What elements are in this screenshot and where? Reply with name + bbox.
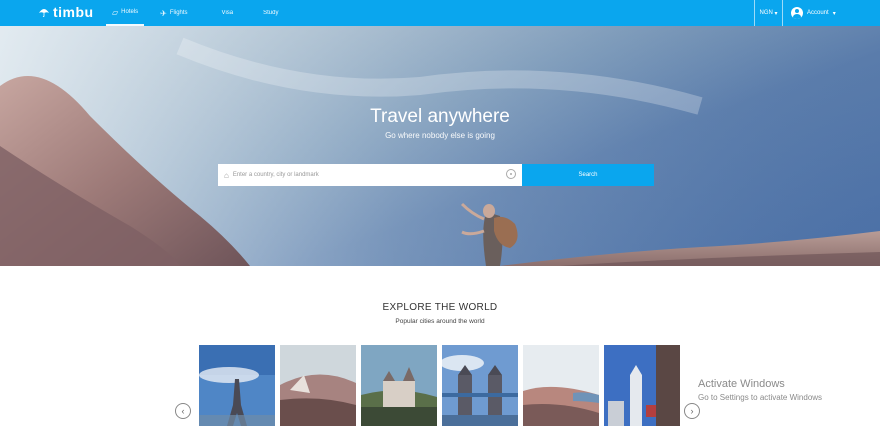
destination-search-input[interactable]: ⌂ Enter a country, city or landmark xyxy=(218,164,522,186)
nav-flights[interactable]: ✈ Flights xyxy=(154,0,193,26)
nav-visa[interactable]: Visa xyxy=(216,0,240,26)
hero-subtitle: Go where nobody else is going xyxy=(385,131,495,140)
plane-icon: ✈ xyxy=(160,8,167,18)
user-avatar-icon xyxy=(791,7,803,19)
castle-image xyxy=(361,345,437,426)
nav-hotels-label: Hotels xyxy=(121,9,139,15)
currency-selector[interactable]: NGN ▾ xyxy=(754,0,782,26)
account-menu[interactable]: Account ▾ xyxy=(782,0,880,26)
locate-icon[interactable] xyxy=(506,169,516,179)
paris-eiffel-image xyxy=(199,345,275,426)
home-icon: ⌂ xyxy=(224,170,229,180)
hotel-icon: ▱ xyxy=(112,7,119,17)
city-card[interactable] xyxy=(604,345,680,426)
watermark-title: Activate Windows xyxy=(698,378,785,390)
hero-banner: Travel anywhere Go where nobody else is … xyxy=(0,26,880,266)
nav-hotels[interactable]: ▱ Hotels xyxy=(106,0,145,26)
carousel-next-button[interactable]: › xyxy=(684,403,700,419)
skyscraper-image xyxy=(604,345,680,426)
main-nav: ▱ Hotels ✈ Flights Visa Study xyxy=(106,0,284,26)
mountain-town-image xyxy=(280,345,356,426)
currency-label: NGN xyxy=(759,10,773,16)
london-tower-bridge-image xyxy=(442,345,518,426)
search-bar: ⌂ Enter a country, city or landmark Sear… xyxy=(218,164,654,186)
watermark-subtitle: Go to Settings to activate Windows xyxy=(698,393,823,402)
coastal-cliffs-image xyxy=(523,345,599,426)
city-card[interactable] xyxy=(523,345,599,426)
windows-activation-watermark: Activate Windows Go to Settings to activ… xyxy=(698,378,822,402)
explore-title: EXPLORE THE WORLD xyxy=(382,302,498,313)
nav-study[interactable]: Study xyxy=(257,0,284,26)
account-label: Account xyxy=(807,10,829,16)
explore-subtitle: Popular cities around the world xyxy=(395,318,485,325)
top-nav-bar: timbu ▱ Hotels ✈ Flights Visa Study NGN … xyxy=(0,0,880,26)
city-card[interactable] xyxy=(442,345,518,426)
chevron-down-icon: ▾ xyxy=(772,10,778,17)
city-card[interactable] xyxy=(361,345,437,426)
city-card[interactable] xyxy=(199,345,275,426)
umbrella-logo-icon xyxy=(39,9,49,17)
chevron-left-icon: ‹ xyxy=(181,406,185,416)
search-placeholder: Enter a country, city or landmark xyxy=(232,172,319,178)
city-card[interactable] xyxy=(280,345,356,426)
nav-study-label: Study xyxy=(263,10,279,16)
chevron-down-icon: ▾ xyxy=(832,10,836,17)
hero-background-image xyxy=(0,26,880,266)
hero-title: Travel anywhere xyxy=(370,106,510,127)
chevron-right-icon: › xyxy=(690,406,694,416)
nav-flights-label: Flights xyxy=(169,10,188,16)
carousel-prev-button[interactable]: ‹ xyxy=(175,403,191,419)
city-carousel xyxy=(199,345,680,426)
search-button[interactable]: Search xyxy=(522,164,654,186)
brand-name: timbu xyxy=(53,4,94,20)
brand-logo[interactable]: timbu xyxy=(38,4,94,20)
nav-visa-label: Visa xyxy=(221,10,234,16)
right-nav: NGN ▾ Account ▾ xyxy=(754,0,880,26)
